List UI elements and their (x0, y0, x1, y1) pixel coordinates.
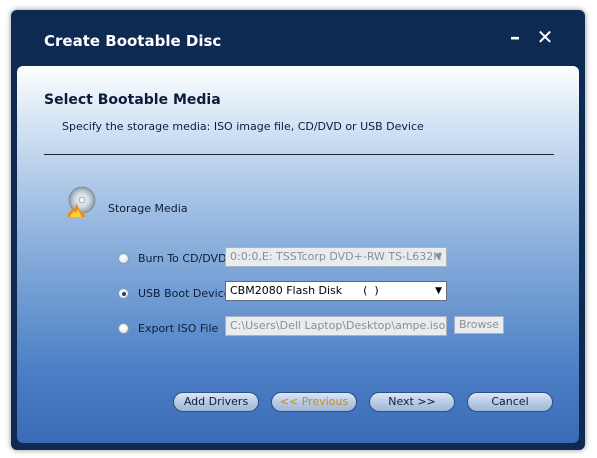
chevron-down-icon: ▼ (435, 286, 442, 296)
divider (44, 154, 554, 155)
create-bootable-disc-window: Create Bootable Disc – ✕ Select Bootable… (11, 10, 585, 450)
usb-boot-device-radio[interactable] (118, 288, 129, 299)
export-iso-label: Export ISO File (138, 322, 219, 335)
cd-dvd-drive-select[interactable]: 0:0:0,E: TSSTcorp DVD+-RW TS-L632H D ▼ (225, 247, 447, 267)
previous-button[interactable]: << Previous (271, 392, 357, 412)
content-panel: Select Bootable Media Specify the storag… (17, 66, 579, 443)
usb-boot-device-label: USB Boot Device (138, 287, 231, 300)
page-heading: Select Bootable Media (44, 92, 221, 108)
burning-disc-icon (67, 186, 96, 217)
burn-cd-dvd-radio[interactable] (118, 253, 129, 264)
cancel-button[interactable]: Cancel (467, 392, 553, 412)
page-subheading: Specify the storage media: ISO image fil… (62, 120, 424, 133)
iso-path-input[interactable]: C:\Users\Dell Laptop\Desktop\ampe.iso (225, 316, 447, 336)
usb-device-value: CBM2080 Flash Disk ( ) (230, 284, 379, 297)
add-drivers-button[interactable]: Add Drivers (173, 392, 259, 412)
close-button[interactable]: ✕ (534, 26, 556, 48)
minimize-button[interactable]: – (504, 26, 526, 48)
chevron-down-icon: ▼ (435, 252, 442, 262)
browse-button[interactable]: Browse (454, 316, 504, 334)
cd-dvd-drive-value: 0:0:0,E: TSSTcorp DVD+-RW TS-L632H D (230, 250, 447, 263)
storage-media-label: Storage Media (108, 202, 188, 215)
burn-cd-dvd-label: Burn To CD/DVD (138, 252, 227, 265)
window-title: Create Bootable Disc (44, 32, 222, 50)
usb-device-select[interactable]: CBM2080 Flash Disk ( ) ▼ (225, 281, 447, 301)
export-iso-radio[interactable] (118, 323, 129, 334)
next-button[interactable]: Next >> (369, 392, 455, 412)
